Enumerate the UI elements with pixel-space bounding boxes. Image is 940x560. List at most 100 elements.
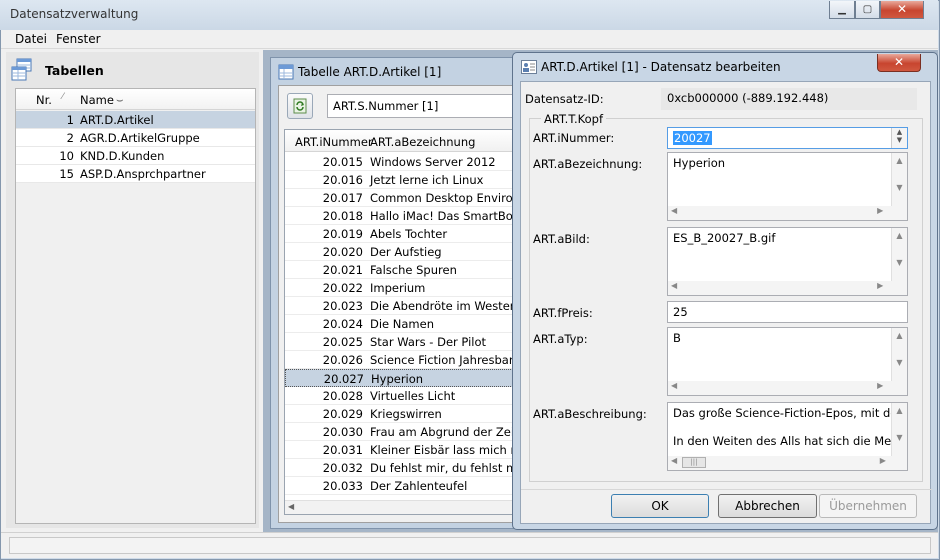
list-item-nr: 2	[66, 131, 74, 145]
table-row[interactable]: 20.021 Falsche Spuren	[285, 261, 513, 279]
typ-textarea[interactable]: B ▲ ▼ ◀ ▶	[667, 327, 908, 396]
horizontal-scrollbar[interactable]: ◀ ▶	[668, 281, 907, 295]
bezeichnung-textarea[interactable]: Hyperion ▲ ▼ ◀ ▶	[667, 152, 908, 221]
nummer-value: 20027	[673, 131, 712, 145]
apply-button[interactable]: Übernehmen	[819, 494, 917, 518]
row-nummer: 20.015	[322, 155, 363, 169]
bezeichnung-value: Hyperion	[673, 156, 726, 170]
row-nummer: 20.022	[322, 281, 363, 295]
table-row[interactable]: 20.023 Die Abendröte im Westen	[285, 297, 513, 315]
row-nummer: 20.017	[322, 191, 363, 205]
dialog-close-icon[interactable]: ✕	[877, 54, 921, 72]
col-bezeichnung-header[interactable]: ART.aBezeichnung	[370, 135, 475, 149]
group-label: ART.T.Kopf	[541, 112, 607, 126]
table-row[interactable]: 20.032 Du fehlst mir, du fehlst mir!	[285, 459, 514, 477]
dialog-body: Datensatz-ID: 0xcb000000 (-889.192.448) …	[520, 81, 932, 524]
row-nummer: 20.033	[322, 479, 363, 493]
row-bezeichnung: Science Fiction Jahresband	[370, 353, 514, 367]
table-row[interactable]: 20.017 Common Desktop Environm	[285, 189, 513, 207]
nummer-label: ART.iNummer:	[533, 131, 615, 145]
scroll-thumb[interactable]: |||	[682, 457, 706, 468]
row-bezeichnung: Der Zahlenteufel	[370, 479, 468, 493]
table-row[interactable]: 20.030 Frau am Abgrund der Zeit	[285, 423, 514, 441]
menu-fenster[interactable]: Fenster	[56, 32, 101, 46]
table-row[interactable]: 20.029 Kriegswirren	[285, 405, 513, 423]
table-row[interactable]: 20.033 Der Zahlenteufel	[285, 477, 513, 495]
maximize-icon[interactable]: ▢	[855, 1, 880, 19]
table-row[interactable]: 20.018 Hallo iMac! Das SmartBook	[285, 207, 514, 225]
row-nummer: 20.020	[322, 245, 363, 259]
row-bezeichnung: Frau am Abgrund der Zeit	[370, 425, 514, 439]
status-bar	[1, 532, 938, 558]
vertical-scrollbar[interactable]: ▲ ▼	[891, 403, 907, 456]
table-row[interactable]: 20.015 Windows Server 2012	[285, 153, 513, 171]
table-row[interactable]: 20.020 Der Aufstieg	[285, 243, 513, 261]
menu-bar	[1, 30, 938, 49]
table-row[interactable]: 20.024 Die Namen	[285, 315, 513, 333]
nummer-spinner[interactable]: ▲ ▼	[891, 128, 907, 148]
table-row[interactable]: 20.025 Star Wars - Der Pilot	[285, 333, 513, 351]
tables-icon	[11, 58, 32, 81]
bild-textarea[interactable]: ES_B_20027_B.gif ▲ ▼ ◀ ▶	[667, 227, 908, 296]
row-bezeichnung: Du fehlst mir, du fehlst mir!	[370, 461, 514, 475]
row-bezeichnung: Der Aufstieg	[370, 245, 442, 259]
table-row[interactable]: 20.026 Science Fiction Jahresband	[285, 351, 514, 369]
horizontal-scrollbar[interactable]: ◀ ||| ▶	[668, 456, 907, 470]
row-bezeichnung: Hallo iMac! Das SmartBook	[370, 209, 514, 223]
record-icon	[521, 60, 537, 74]
refresh-button[interactable]	[287, 93, 313, 119]
horizontal-scrollbar[interactable]: ◀ ▶	[668, 381, 907, 395]
edit-dialog[interactable]: ART.D.Artikel [1] - Datensatz bearbeiten…	[512, 52, 938, 530]
ok-button[interactable]: OK	[611, 494, 709, 518]
vertical-scrollbar[interactable]: ▲ ▼	[891, 328, 907, 381]
table-row[interactable]: 20.016 Jetzt lerne ich Linux	[285, 171, 513, 189]
vertical-scrollbar[interactable]: ▲ ▼	[891, 153, 907, 206]
list-item[interactable]: 1 ART.D.Artikel	[16, 111, 255, 129]
menu-datei[interactable]: Datei	[15, 32, 47, 46]
row-bezeichnung: Windows Server 2012	[370, 155, 496, 169]
tables-list-header: Nr. ⁄ Name ⌣	[16, 89, 255, 110]
table-row[interactable]: 20.028 Virtuelles Licht	[285, 387, 513, 405]
horizontal-scrollbar[interactable]: ◀ ▶	[668, 206, 907, 220]
typ-label: ART.aTyp:	[533, 332, 588, 346]
table-row[interactable]: 20.031 Kleiner Eisbär lass mich nich	[285, 441, 513, 459]
list-item-nr: 10	[59, 149, 74, 163]
list-item[interactable]: 2 AGR.D.ArtikelGruppe	[16, 129, 255, 147]
list-item[interactable]: 15 ASP.D.Ansprchpartner	[16, 165, 255, 183]
preis-value: 25	[673, 305, 688, 319]
table-icon	[278, 64, 294, 80]
preis-input[interactable]: 25	[667, 301, 908, 323]
scroll-left-icon[interactable]: ◀	[288, 502, 294, 511]
close-icon[interactable]: ✕	[880, 1, 924, 19]
table-row[interactable]: 20.027 Hyperion	[285, 369, 513, 387]
tables-list[interactable]: Nr. ⁄ Name ⌣ 1 ART.D.Artikel 2 AGR.D.Art…	[15, 88, 256, 524]
horizontal-scrollbar[interactable]: ◀	[285, 500, 513, 514]
row-bezeichnung: Virtuelles Licht	[370, 389, 456, 403]
nummer-input[interactable]: 20027 ▲ ▼	[667, 127, 908, 149]
table-row[interactable]: 20.022 Imperium	[285, 279, 513, 297]
row-nummer: 20.026	[322, 353, 363, 367]
typ-value: B	[673, 331, 681, 345]
bild-label: ART.aBild:	[533, 232, 590, 246]
beschreibung-label: ART.aBeschreibung:	[533, 407, 647, 421]
row-bezeichnung: Imperium	[370, 281, 426, 295]
records-grid[interactable]: ART.iNummer ART.aBezeichnung 20.015 Windo…	[284, 129, 514, 515]
row-bezeichnung: Kleiner Eisbär lass mich nich	[370, 443, 513, 457]
table-window[interactable]: Tabelle ART.D.Artikel [1] ART.S.Nummer […	[270, 57, 520, 529]
minimize-icon[interactable]: ▁	[829, 1, 855, 19]
col-nummer-header[interactable]: ART.iNummer	[295, 135, 373, 149]
row-bezeichnung: Kriegswirren	[370, 407, 442, 421]
beschreibung-textarea[interactable]: Das große Science-Fiction-Epos, mit dem …	[667, 402, 908, 471]
vertical-scrollbar[interactable]: ▲ ▼	[891, 228, 907, 281]
record-id-value: 0xcb000000 (-889.192.448)	[661, 88, 917, 110]
row-nummer: 20.029	[322, 407, 363, 421]
table-window-body: ART.S.Nummer [1] ART.iNummer ART.aBezeic…	[278, 85, 517, 523]
table-row[interactable]: 20.019 Abels Tochter	[285, 225, 513, 243]
list-item[interactable]: 10 KND.D.Kunden	[16, 147, 255, 165]
index-combo[interactable]: ART.S.Nummer [1]	[327, 94, 517, 118]
dialog-title: ART.D.Artikel [1] - Datensatz bearbeiten	[541, 60, 781, 74]
cancel-button[interactable]: Abbrechen	[718, 494, 817, 518]
col-nr-header[interactable]: Nr.	[36, 93, 52, 107]
row-nummer: 20.031	[322, 443, 363, 457]
col-name-header[interactable]: Name	[80, 93, 114, 107]
